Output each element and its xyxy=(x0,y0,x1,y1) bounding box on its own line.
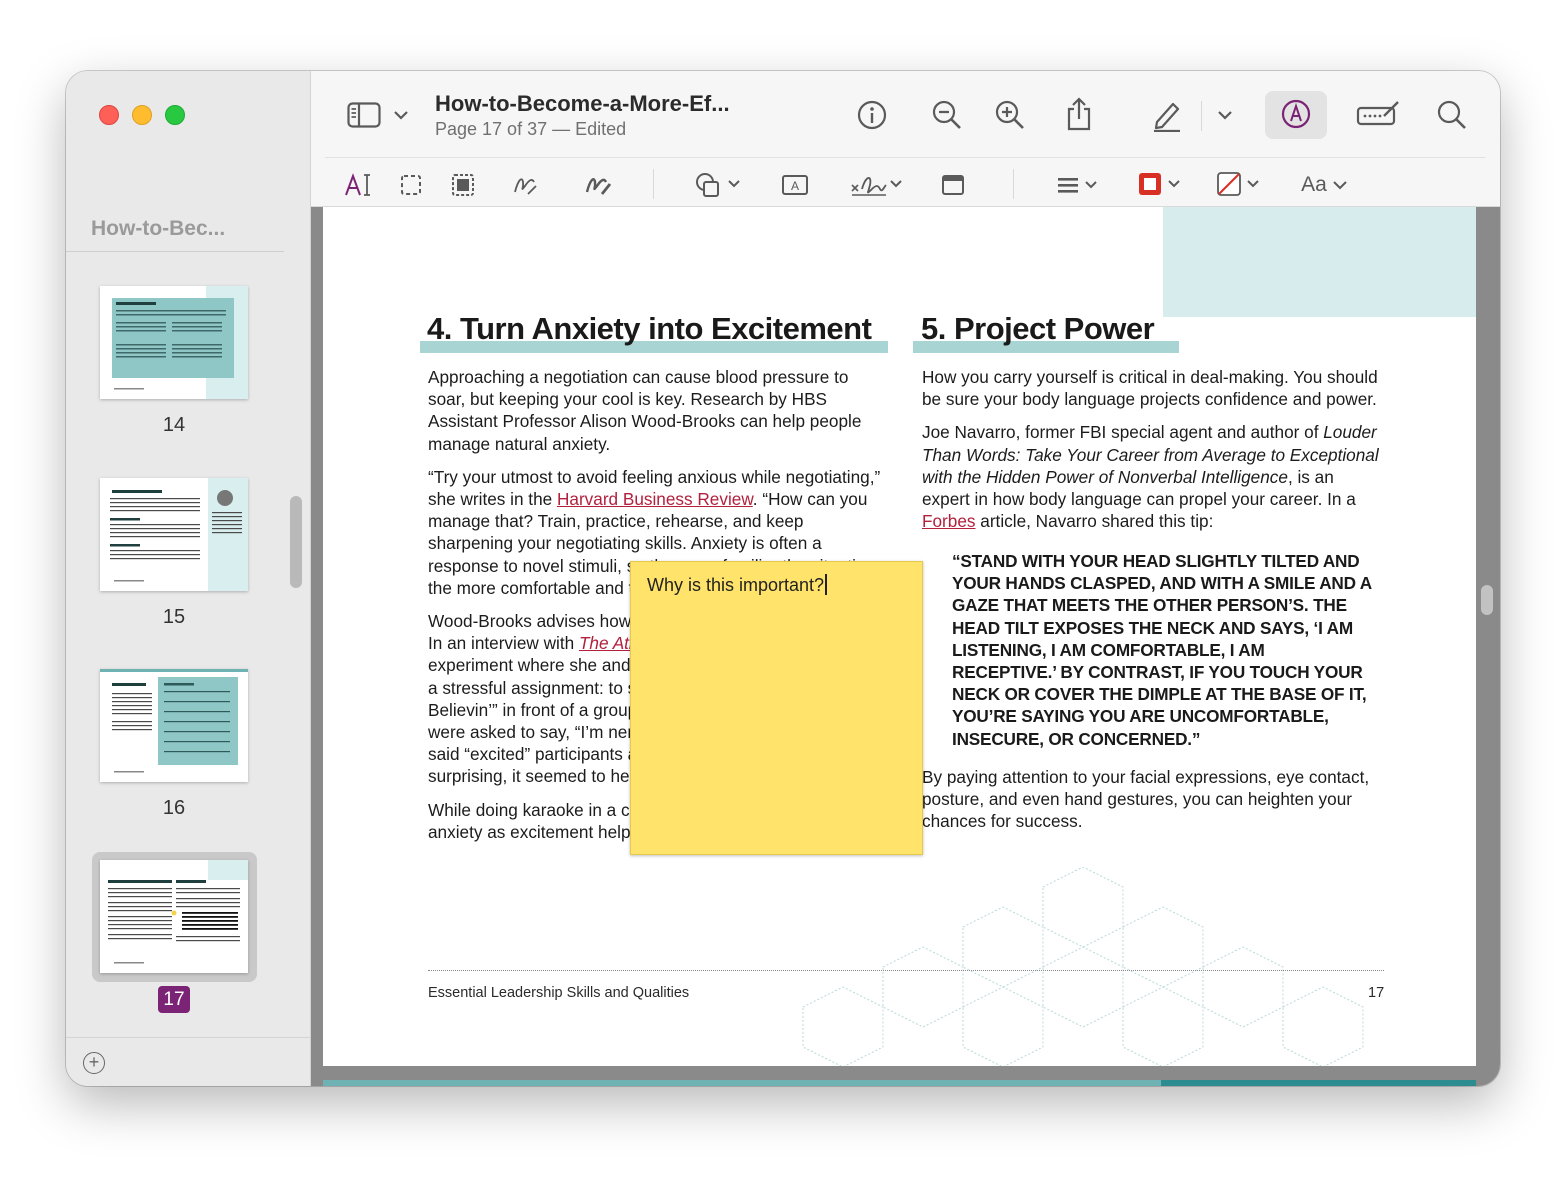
footer-page-number: 17 xyxy=(1368,985,1385,1001)
page-decoration xyxy=(1163,207,1476,317)
page-thumbnail-15[interactable] xyxy=(100,478,248,591)
form-fill-icon[interactable] xyxy=(1355,99,1401,129)
svg-text:A: A xyxy=(791,179,799,193)
harvard-business-review-link[interactable]: Harvard Business Review xyxy=(557,489,753,509)
add-page-button[interactable]: + xyxy=(83,1052,105,1074)
sketch-icon[interactable] xyxy=(511,171,539,197)
sidebar-icon[interactable] xyxy=(345,99,383,131)
info-icon[interactable] xyxy=(856,99,888,131)
section-heading-4: 4. Turn Anxiety into Excitement xyxy=(427,311,872,346)
minimize-window-button[interactable] xyxy=(132,105,152,125)
pdf-page: 4. Turn Anxiety into Excitement Approach… xyxy=(323,207,1476,1066)
document-scrollbar[interactable] xyxy=(1481,585,1493,615)
sidebar-document-title: How-to-Bec... xyxy=(91,217,226,240)
sticky-note-text-field[interactable]: Why is this important? xyxy=(647,574,828,596)
hexagon-decoration xyxy=(802,867,1364,1066)
close-window-button[interactable] xyxy=(99,105,119,125)
thumbnail-sidebar: How-to-Bec... 14 15 16 17 + xyxy=(66,71,311,1086)
sign-icon[interactable] xyxy=(847,170,903,200)
toolbar-separator xyxy=(653,169,654,199)
footer-rule xyxy=(428,970,1384,971)
smart-lasso-icon[interactable] xyxy=(450,172,476,198)
thumbnail-preview xyxy=(100,669,248,782)
paragraph: How you carry yourself is critical in de… xyxy=(922,367,1378,410)
right-closing-paragraph: By paying attention to your facial expre… xyxy=(922,767,1370,832)
text-selection-icon[interactable] xyxy=(343,172,373,198)
zoom-window-button[interactable] xyxy=(165,105,185,125)
sticky-note[interactable]: Why is this important? xyxy=(630,561,923,855)
font-menu-button[interactable]: Aa xyxy=(1299,171,1349,199)
zoom-out-icon[interactable] xyxy=(931,99,963,131)
thumbnail-preview xyxy=(100,478,248,591)
right-column-text: How you carry yourself is critical in de… xyxy=(922,366,1382,543)
border-color-icon[interactable] xyxy=(1136,170,1186,198)
highlight-pen-icon[interactable] xyxy=(1150,97,1184,133)
fill-color-icon[interactable] xyxy=(1215,170,1265,198)
paragraph: Joe Navarro, former FBI special agent an… xyxy=(922,422,1379,532)
shapes-icon[interactable] xyxy=(694,171,742,199)
share-icon[interactable] xyxy=(1064,95,1094,133)
zoom-in-icon[interactable] xyxy=(994,99,1026,131)
text-cursor xyxy=(825,574,828,595)
toolbar-row-divider xyxy=(325,157,1485,158)
thumbnail-preview xyxy=(100,286,248,399)
text-box-icon[interactable]: A xyxy=(780,172,810,198)
next-page-edge-accent xyxy=(1161,1080,1476,1086)
forbes-link[interactable]: Forbes xyxy=(922,511,976,531)
note-icon[interactable] xyxy=(939,172,967,198)
chevron-down-icon[interactable] xyxy=(1217,107,1233,123)
thumbnail-page-number: 14 xyxy=(162,414,186,436)
draw-icon[interactable] xyxy=(583,171,613,197)
page-thumbnail-14[interactable] xyxy=(100,286,248,399)
sidebar-scrollbar[interactable] xyxy=(290,496,302,588)
page-thumbnail-17[interactable] xyxy=(100,860,248,973)
font-label: Aa xyxy=(1301,173,1327,196)
selected-page-number-badge: 17 xyxy=(158,986,190,1013)
document-viewport[interactable]: 4. Turn Anxiety into Excitement Approach… xyxy=(311,207,1500,1086)
pull-quote: “STAND WITH YOUR HEAD SLIGHTLY TILTED AN… xyxy=(952,551,1372,749)
chevron-down-icon[interactable] xyxy=(393,107,409,123)
toolbar-separator xyxy=(1013,169,1014,199)
paragraph: Approaching a negotiation can cause bloo… xyxy=(428,367,862,454)
thumbnail-preview xyxy=(100,860,248,973)
section-heading-5: 5. Project Power xyxy=(921,311,1155,346)
thumbnail-page-number: 15 xyxy=(162,606,186,628)
thumbnail-page-number: 16 xyxy=(162,797,186,819)
toolbar: How-to-Become-a-More-Ef... Page 17 of 37… xyxy=(311,71,1500,207)
document-status: Page 17 of 37 — Edited xyxy=(435,119,627,139)
markup-icon[interactable] xyxy=(1281,98,1311,130)
shape-style-icon[interactable] xyxy=(1055,172,1101,198)
sidebar-bottom-divider xyxy=(66,1037,311,1038)
sidebar-divider xyxy=(66,251,284,252)
page-thumbnail-16[interactable] xyxy=(100,669,248,782)
toolbar-separator xyxy=(1201,101,1202,131)
footer-title: Essential Leadership Skills and Qualitie… xyxy=(428,985,690,1001)
document-title: How-to-Become-a-More-Ef... xyxy=(435,91,730,116)
rect-select-icon[interactable] xyxy=(398,172,424,198)
preview-window: How-to-Bec... 14 15 16 17 + How-to-Becom… xyxy=(66,71,1500,1086)
chevron-down-icon xyxy=(1333,180,1347,189)
search-icon[interactable] xyxy=(1436,99,1468,131)
